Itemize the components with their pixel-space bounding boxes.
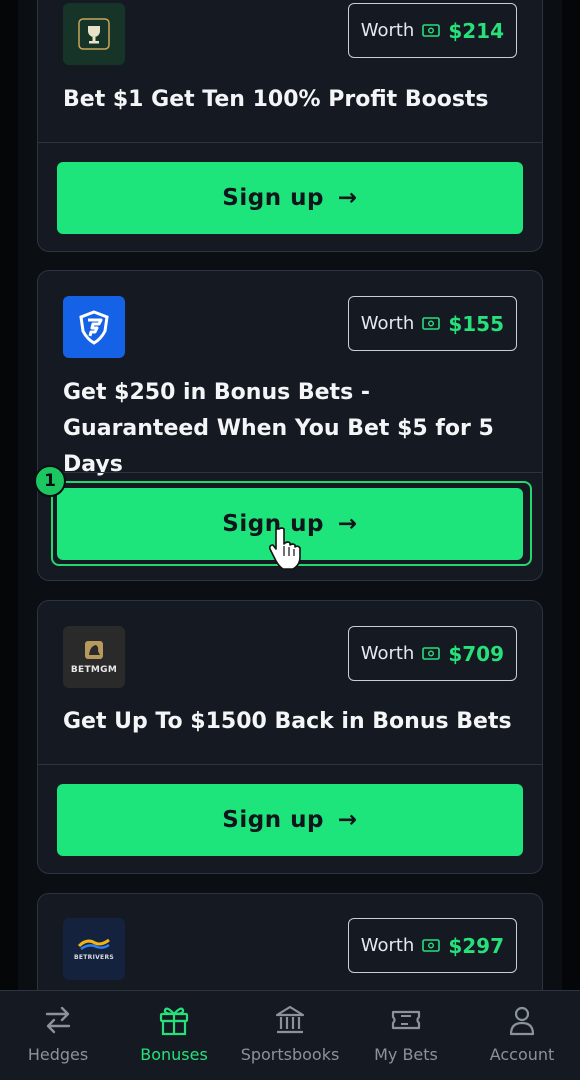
swap-arrows-icon xyxy=(45,1006,71,1034)
offer-title: Bet $1 Get Ten 100% Profit Boosts xyxy=(63,87,489,112)
worth-box: Worth $155 xyxy=(347,296,517,351)
gift-icon xyxy=(159,1007,189,1036)
worth-label: Worth xyxy=(360,643,415,664)
tab-hedges[interactable]: Hedges xyxy=(0,991,116,1080)
arrow-right-icon: → xyxy=(337,807,358,833)
cash-icon xyxy=(422,317,441,330)
betrivers-logo: BETRIVERS xyxy=(63,918,125,980)
worth-box: Worth $214 xyxy=(347,3,517,58)
betmgm-logo: BETMGM xyxy=(63,626,125,688)
cash-icon xyxy=(422,24,441,37)
worth-box: Worth $709 xyxy=(347,626,517,681)
sign-up-button[interactable]: Sign up → xyxy=(57,162,523,234)
frame-edge-left xyxy=(0,0,18,1080)
arrow-right-icon: → xyxy=(337,511,358,537)
worth-value: $709 xyxy=(448,641,504,666)
arrow-right-icon: → xyxy=(337,185,358,211)
step-badge: 1 xyxy=(34,465,66,497)
betrivers-logo-text: BETRIVERS xyxy=(73,954,114,961)
user-icon xyxy=(509,1006,535,1036)
tab-label: Hedges xyxy=(27,1045,89,1064)
ticket-icon xyxy=(391,1010,421,1030)
card-divider xyxy=(38,764,542,765)
worth-value: $155 xyxy=(448,311,504,336)
sign-up-label: Sign up xyxy=(222,185,324,211)
cash-icon xyxy=(422,939,441,952)
worth-label: Worth xyxy=(360,20,415,41)
tab-label: Bonuses xyxy=(140,1045,208,1064)
worth-value: $297 xyxy=(448,933,504,958)
bottom-tab-bar: Hedges Bonuses Sportsbooks My Bets Accou… xyxy=(0,990,580,1080)
worth-label: Worth xyxy=(360,935,415,956)
offer-title: Get Up To $1500 Back in Bonus Bets xyxy=(63,709,512,734)
sign-up-button[interactable]: Sign up → xyxy=(57,784,523,856)
tab-account[interactable]: Account xyxy=(464,991,580,1080)
tab-label: Account xyxy=(489,1045,555,1064)
frame-edge-right xyxy=(562,0,580,1080)
offer-card: Worth $214 Bet $1 Get Ten 100% Profit Bo… xyxy=(37,0,543,252)
card-divider xyxy=(38,472,542,473)
shield-icon xyxy=(79,310,109,345)
tab-my-bets[interactable]: My Bets xyxy=(348,991,464,1080)
worth-label: Worth xyxy=(360,313,415,334)
hand-cursor-icon xyxy=(269,527,301,570)
trophy-logo xyxy=(63,3,125,65)
tab-label: My Bets xyxy=(374,1045,438,1064)
river-wave-icon xyxy=(77,938,110,950)
tab-bonuses[interactable]: Bonuses xyxy=(116,991,232,1080)
worth-box: Worth $297 xyxy=(347,918,517,973)
cash-icon xyxy=(422,647,441,660)
sign-up-label: Sign up xyxy=(222,807,324,833)
trophy-icon xyxy=(78,18,110,50)
bank-icon xyxy=(275,1005,305,1034)
worth-value: $214 xyxy=(448,18,504,43)
fanduel-logo xyxy=(63,296,125,358)
betmgm-logo-text: BETMGM xyxy=(70,665,118,675)
tab-label: Sportsbooks xyxy=(240,1045,340,1064)
card-divider xyxy=(38,142,542,143)
lion-icon xyxy=(85,641,103,659)
offer-card: BETMGM Worth $709 Get Up To $1500 Back i… xyxy=(37,600,543,874)
tab-sportsbooks[interactable]: Sportsbooks xyxy=(232,991,348,1080)
offer-title: Get $250 in Bonus Bets - Guaranteed When… xyxy=(63,380,494,477)
